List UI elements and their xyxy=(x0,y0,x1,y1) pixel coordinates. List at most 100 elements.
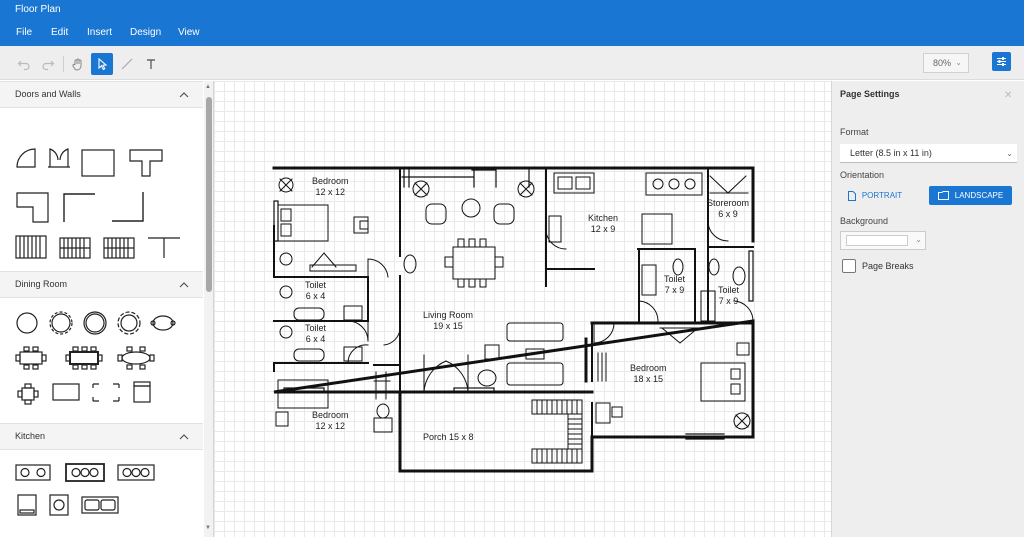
wall-t-shape xyxy=(148,237,180,258)
nightstand-icon xyxy=(275,411,289,427)
bathtub-icon xyxy=(293,307,325,321)
scrollbar-thumb[interactable] xyxy=(206,97,212,292)
chevron-down-icon: ⌄ xyxy=(955,58,962,67)
room-label-kitchen[interactable]: Kitchen 12 x 9 xyxy=(588,213,618,235)
bathtub-icon xyxy=(641,264,657,296)
room-label-porch[interactable]: Porch 15 x 8 xyxy=(423,432,474,443)
menu-design[interactable]: Design xyxy=(130,27,161,38)
room-label-bedroom-3[interactable]: Bedroom 18 x 15 xyxy=(630,363,667,385)
pointer-icon xyxy=(98,57,108,71)
pan-tool-button[interactable] xyxy=(67,53,89,75)
background-label: Background xyxy=(840,216,889,226)
wall-l-shape-2 xyxy=(112,192,144,222)
panel-title: Page Settings xyxy=(840,89,900,99)
menu-edit[interactable]: Edit xyxy=(51,27,68,38)
select-tool-button[interactable] xyxy=(91,53,113,75)
palette-section-dining-room[interactable]: Dining Room xyxy=(0,271,203,298)
doors-walls-shapes[interactable] xyxy=(0,108,203,270)
coffee-table-icon xyxy=(461,198,481,218)
text-icon xyxy=(147,59,155,69)
symbol-palette: Doors and Walls Dining Room Kitchen ▲ ▼ xyxy=(0,81,214,537)
door-double-shape xyxy=(48,148,70,168)
sliders-icon xyxy=(997,57,1006,66)
zoom-dropdown[interactable]: 80% ⌄ xyxy=(923,53,969,73)
room-label-toilet-3[interactable]: Toilet 7 x 9 xyxy=(664,274,685,296)
wall-corner-shape xyxy=(16,192,49,223)
stove-3-burner-shape xyxy=(65,463,105,482)
orientation-label: Orientation xyxy=(840,170,885,180)
toilet-icon xyxy=(279,285,293,299)
redo-button[interactable] xyxy=(37,53,59,75)
dishwasher-shape xyxy=(49,494,69,516)
undo-button[interactable] xyxy=(13,53,35,75)
menu-view[interactable]: View xyxy=(178,27,200,38)
room-label-toilet-1[interactable]: Toilet 6 x 4 xyxy=(305,280,326,302)
portrait-page-icon xyxy=(847,190,856,201)
menu-file[interactable]: File xyxy=(16,27,32,38)
chevron-up-icon xyxy=(179,434,189,440)
sink-icon xyxy=(732,266,746,286)
room-label-toilet-4[interactable]: Toilet 7 x 9 xyxy=(718,285,739,307)
wall-tee-shape xyxy=(129,149,163,177)
chevron-down-icon: ⌄ xyxy=(915,235,922,244)
landscape-button[interactable]: LANDSCAPE xyxy=(929,186,1012,205)
palette-section-title: Kitchen xyxy=(15,431,46,441)
nightstand-icon xyxy=(736,342,750,356)
room-label-bedroom-1[interactable]: Bedroom 12 x 12 xyxy=(312,176,349,198)
sofa-icon xyxy=(506,322,564,342)
toilet-icon xyxy=(373,417,393,433)
stove-2-burner-shape xyxy=(15,464,51,481)
page-breaks-label[interactable]: Page Breaks xyxy=(862,261,914,271)
scroll-down-arrow-icon[interactable]: ▼ xyxy=(205,525,211,531)
palette-section-kitchen[interactable]: Kitchen xyxy=(0,423,203,450)
floor-plan-drawing[interactable] xyxy=(214,81,831,537)
toolbar-separator xyxy=(63,56,64,72)
background-color-picker[interactable]: ⌄ xyxy=(840,231,926,250)
double-sink-shape xyxy=(81,496,119,514)
zoom-value: 80% xyxy=(933,58,952,68)
room-label-toilet-2[interactable]: Toilet 6 x 4 xyxy=(305,323,326,345)
rect-table-4-shape xyxy=(15,346,47,370)
rect-table-6-shape xyxy=(65,346,103,370)
text-tool-button[interactable] xyxy=(140,53,162,75)
round-table-4-shape xyxy=(83,311,107,335)
wall-l-shape xyxy=(63,193,95,222)
portrait-button[interactable]: PORTRAIT xyxy=(840,186,910,205)
room-label-storeroom[interactable]: Storeroom 6 x 9 xyxy=(707,198,749,220)
table-corners-shape xyxy=(92,383,120,402)
window-shape-1 xyxy=(15,235,47,259)
room-label-living-room[interactable]: Living Room 19 x 15 xyxy=(423,310,473,332)
palette-section-title: Dining Room xyxy=(15,279,68,289)
menu-insert[interactable]: Insert xyxy=(87,27,112,38)
format-value: Letter (8.5 in x 11 in) xyxy=(850,148,932,158)
room-label-bedroom-2[interactable]: Bedroom 12 x 12 xyxy=(312,410,349,432)
page-breaks-checkbox[interactable] xyxy=(842,259,856,273)
sofa-chair-icon xyxy=(425,203,447,225)
chair-shape xyxy=(133,381,151,403)
landscape-page-icon xyxy=(937,191,949,200)
line-tool-button[interactable] xyxy=(116,53,138,75)
sink-icon xyxy=(343,305,363,321)
line-icon xyxy=(121,58,133,70)
oval-table-6-shape xyxy=(117,346,155,370)
dining-table-icon xyxy=(452,246,496,280)
close-icon[interactable]: ✕ xyxy=(1004,90,1012,101)
stairs xyxy=(531,399,583,464)
window-shape-3 xyxy=(103,237,135,259)
palette-scrollbar[interactable]: ▲ ▼ xyxy=(204,81,213,537)
scroll-up-arrow-icon[interactable]: ▲ xyxy=(205,84,211,90)
page-settings-panel: Page Settings ✕ Format Letter (8.5 in x … xyxy=(831,81,1024,537)
hand-icon xyxy=(72,58,82,71)
diagram-canvas[interactable]: Bedroom 12 x 12 Toilet 6 x 4 Toilet 6 x 4 B… xyxy=(214,81,831,537)
properties-panel-toggle[interactable] xyxy=(992,52,1011,71)
chevron-up-icon xyxy=(179,282,189,288)
format-dropdown[interactable]: Letter (8.5 in x 11 in) ⌄ xyxy=(840,144,1017,163)
kitchen-shapes[interactable] xyxy=(0,450,203,537)
desk-icon xyxy=(353,216,369,234)
palette-section-doors-walls[interactable]: Doors and Walls xyxy=(0,81,203,108)
oval-table-shape xyxy=(150,315,176,331)
stove-icon xyxy=(645,172,703,196)
dining-room-shapes[interactable] xyxy=(0,298,203,422)
color-swatch xyxy=(846,235,908,246)
palette-section-title: Doors and Walls xyxy=(15,89,81,99)
